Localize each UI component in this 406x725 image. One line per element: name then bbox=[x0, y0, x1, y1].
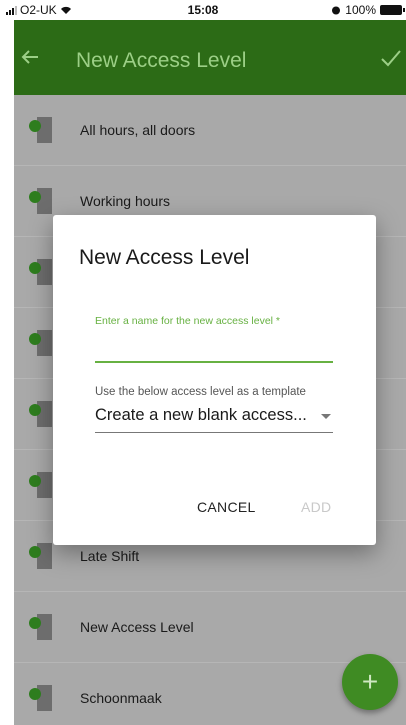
template-select[interactable]: Create a new blank access... bbox=[95, 404, 333, 433]
door-clock-icon bbox=[29, 472, 52, 498]
list-item-label: Late Shift bbox=[80, 548, 140, 564]
battery-info: 100% bbox=[331, 3, 405, 17]
battery-percent: 100% bbox=[345, 3, 376, 17]
door-clock-icon bbox=[29, 543, 52, 569]
name-field-label: Enter a name for the new access level * bbox=[95, 315, 281, 327]
new-access-level-dialog: New Access Level Enter a name for the ne… bbox=[53, 215, 376, 545]
door-clock-icon bbox=[29, 685, 52, 711]
page-title: New Access Level bbox=[76, 49, 247, 72]
plus-icon: + bbox=[361, 666, 379, 697]
status-bar: O2-UK 15:08 100% bbox=[0, 0, 406, 20]
add-fab-button[interactable]: + bbox=[342, 654, 398, 710]
list-item-label: New Access Level bbox=[80, 619, 194, 635]
list-item[interactable]: New Access Level bbox=[14, 592, 406, 663]
check-icon[interactable] bbox=[380, 48, 402, 68]
list-item-label: Schoonmaak bbox=[80, 690, 162, 706]
alarm-icon bbox=[332, 6, 341, 15]
add-button[interactable]: ADD bbox=[301, 499, 331, 515]
back-arrow-icon[interactable] bbox=[20, 47, 40, 67]
screen: O2-UK 15:08 100% New Access Level All ho… bbox=[0, 0, 406, 725]
name-input[interactable] bbox=[95, 341, 333, 363]
list-item-label: Working hours bbox=[80, 193, 171, 209]
template-field-label: Use the below access level as a template bbox=[95, 386, 306, 398]
door-clock-icon bbox=[29, 401, 52, 427]
dialog-title: New Access Level bbox=[79, 246, 250, 269]
door-clock-icon bbox=[29, 614, 52, 640]
door-clock-icon bbox=[29, 188, 52, 214]
dropdown-arrow-icon bbox=[321, 414, 331, 419]
template-select-value: Create a new blank access... bbox=[95, 406, 307, 424]
app-bar: New Access Level bbox=[14, 20, 406, 95]
door-clock-icon bbox=[29, 117, 52, 143]
battery-icon bbox=[380, 5, 405, 15]
door-clock-icon bbox=[29, 330, 52, 356]
list-item-label: All hours, all doors bbox=[80, 122, 196, 138]
door-clock-icon bbox=[29, 259, 52, 285]
list-item[interactable]: All hours, all doors bbox=[14, 95, 406, 166]
cancel-button[interactable]: CANCEL bbox=[197, 499, 256, 515]
